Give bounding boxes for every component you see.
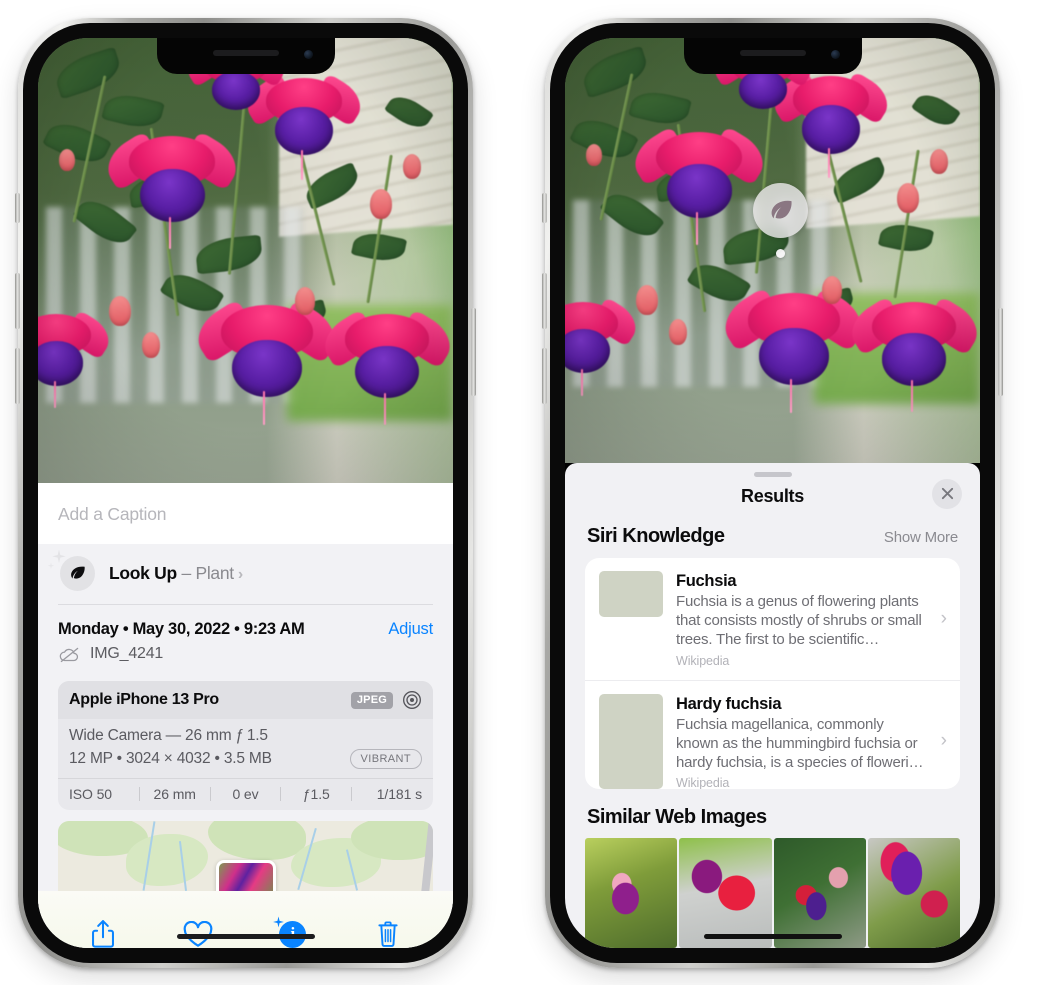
web-image-3[interactable] <box>773 838 866 948</box>
home-indicator[interactable] <box>176 934 315 939</box>
right-screen: Results Siri Knowledge Show More Fuchsia… <box>565 38 980 948</box>
close-button[interactable] <box>932 478 962 509</box>
info-button[interactable]: i <box>270 911 316 948</box>
results-sheet: Results Siri Knowledge Show More Fuchsia… <box>565 463 980 948</box>
exif-focal-length: 26 mm <box>153 786 196 802</box>
web-image-4[interactable] <box>867 838 960 948</box>
right-phone: Results Siri Knowledge Show More Fuchsia… <box>542 18 1003 968</box>
show-more-button[interactable]: Show More <box>884 529 958 546</box>
notch <box>683 38 862 74</box>
exif-shutter-speed: 1/181 s <box>376 786 422 802</box>
volume-down-button[interactable] <box>542 348 547 404</box>
lens-info: Wide Camera — 26 mm ƒ 1.5 <box>69 727 268 744</box>
front-camera-icon <box>830 50 840 59</box>
siri-knowledge-card: Fuchsia Fuchsia is a genus of flowering … <box>585 557 960 789</box>
camera-device-name: Apple iPhone 13 Pro <box>69 691 219 708</box>
power-button[interactable] <box>998 308 1003 396</box>
share-button[interactable] <box>80 911 126 948</box>
front-camera-icon <box>303 50 313 59</box>
screenshot-canvas: Add a Caption Look Up – Plant › Monday •… <box>0 0 1055 985</box>
similar-web-images-row <box>565 838 980 948</box>
caption-input[interactable]: Add a Caption <box>58 504 433 525</box>
results-title: Results <box>741 485 804 506</box>
camera-info-card: Apple iPhone 13 Pro JPEG Wide Camera — 2… <box>58 681 433 810</box>
home-indicator[interactable] <box>703 934 842 939</box>
leaf-icon <box>71 566 85 579</box>
knowledge-source: Wikipedia <box>676 653 730 668</box>
knowledge-description: Fuchsia is a genus of flowering plants t… <box>676 593 922 649</box>
web-image-1[interactable] <box>585 838 678 948</box>
siri-knowledge-header: Siri Knowledge Show More <box>565 523 980 558</box>
knowledge-title: Fuchsia <box>676 571 737 590</box>
photo-toolbar: i <box>38 891 453 948</box>
map-photo-pin[interactable] <box>215 860 276 891</box>
share-icon <box>92 920 115 948</box>
chevron-right-icon: › <box>237 566 243 583</box>
visual-look-up-circle[interactable] <box>753 183 808 238</box>
look-up-title: Look Up <box>109 563 177 583</box>
close-icon <box>941 488 953 500</box>
camera-card-body: Wide Camera — 26 mm ƒ 1.5 12 MP • 3024 ×… <box>58 719 433 778</box>
look-up-subject: Plant <box>195 563 234 583</box>
earpiece-speaker-icon <box>212 50 279 56</box>
knowledge-thumbnail <box>599 693 663 789</box>
left-screen: Add a Caption Look Up – Plant › Monday •… <box>38 38 453 948</box>
adjust-button[interactable]: Adjust <box>388 620 433 639</box>
photo-filename: IMG_4241 <box>90 645 164 662</box>
sparkle-small-icon <box>47 562 55 569</box>
format-badge: JPEG <box>350 691 393 709</box>
exif-iso: ISO 50 <box>69 786 112 802</box>
location-map-strip[interactable] <box>58 821 433 891</box>
photo-fuchsia[interactable] <box>38 38 453 483</box>
silent-switch[interactable] <box>15 193 20 223</box>
power-button[interactable] <box>471 308 476 396</box>
info-body: Look Up – Plant › Monday • May 30, 2022 •… <box>38 544 453 948</box>
leaf-icon <box>771 200 792 219</box>
silent-switch[interactable] <box>542 193 547 223</box>
photographic-style-badge: VIBRANT <box>349 749 422 769</box>
list-item[interactable]: Fuchsia Fuchsia is a genus of flowering … <box>585 558 960 680</box>
photo-vignette <box>38 38 453 483</box>
favorite-button[interactable] <box>175 911 221 948</box>
chevron-right-icon: › <box>940 730 947 752</box>
exif-row: ISO 50 26 mm 0 ev ƒ1.5 1/181 s <box>58 778 433 810</box>
knowledge-description: Fuchsia magellanica, commonly known as t… <box>676 716 924 772</box>
volume-up-button[interactable] <box>15 273 20 329</box>
knowledge-source: Wikipedia <box>676 776 730 789</box>
trash-icon <box>378 921 398 947</box>
visual-look-up-dot <box>776 249 785 258</box>
volume-down-button[interactable] <box>15 348 20 404</box>
map-pin-thumbnail <box>218 863 273 891</box>
camera-card-header: Apple iPhone 13 Pro JPEG <box>58 681 433 719</box>
chevron-right-icon: › <box>940 607 947 629</box>
image-specs: 12 MP • 3024 × 4032 • 3.5 MB <box>69 750 272 767</box>
look-up-dash: – <box>176 563 196 583</box>
look-up-row[interactable]: Look Up – Plant › <box>38 544 453 604</box>
photo-info-sheet: Add a Caption Look Up – Plant › Monday •… <box>38 483 453 948</box>
look-up-label: Look Up – Plant › <box>109 563 243 584</box>
lookup-badge <box>47 549 95 591</box>
siri-knowledge-title: Siri Knowledge <box>587 524 725 547</box>
caption-field-row[interactable]: Add a Caption <box>38 483 453 544</box>
exif-aperture: ƒ1.5 <box>302 786 330 802</box>
earpiece-speaker-icon <box>739 50 806 56</box>
icloud-slash-icon <box>59 647 79 662</box>
list-item[interactable]: Hardy fuchsia Fuchsia magellanica, commo… <box>585 679 960 789</box>
photo-date: Monday • May 30, 2022 • 9:23 AM <box>58 620 305 638</box>
date-block: Monday • May 30, 2022 • 9:23 AM Adjust I… <box>38 605 453 673</box>
web-image-2[interactable] <box>679 838 772 948</box>
similar-web-images-title: Similar Web Images <box>587 806 767 828</box>
knowledge-title: Hardy fuchsia <box>676 694 782 713</box>
volume-up-button[interactable] <box>542 273 547 329</box>
knowledge-thumbnail <box>599 570 663 617</box>
left-phone: Add a Caption Look Up – Plant › Monday •… <box>15 18 476 968</box>
delete-button[interactable] <box>365 911 411 948</box>
sparkle-icon <box>272 916 284 928</box>
exif-exposure-value: 0 ev <box>232 786 259 802</box>
notch <box>156 38 335 74</box>
aperture-icon <box>403 691 421 709</box>
visual-look-up-badge[interactable] <box>753 183 808 258</box>
results-header: Results <box>565 477 980 523</box>
